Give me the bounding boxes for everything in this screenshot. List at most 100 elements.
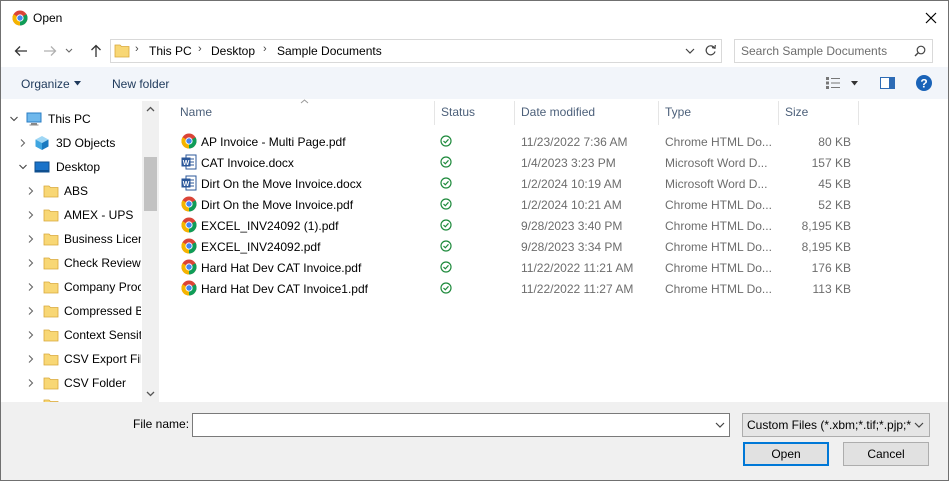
cancel-button[interactable]: Cancel (843, 442, 929, 466)
file-row[interactable]: Hard Hat Dev CAT Invoice.pdf 11/22/2022 … (161, 257, 948, 278)
sidebar-item-this-pc[interactable]: This PC (1, 108, 141, 130)
up-button[interactable] (87, 42, 105, 60)
column-divider[interactable] (658, 101, 659, 125)
chrome-icon (181, 133, 197, 149)
organize-button[interactable]: Organize (21, 77, 70, 91)
recent-locations-button[interactable] (63, 42, 75, 60)
sync-status-ok-icon (440, 135, 452, 147)
folder-icon (43, 257, 59, 270)
file-size: 8,195 KB (801, 240, 851, 254)
chrome-icon (181, 196, 197, 212)
svg-text:W: W (183, 181, 190, 188)
chevron-right-icon[interactable] (26, 258, 36, 268)
file-type-filter-select[interactable]: Custom Files (*.xbm;*.tif;*.pjp;* (742, 413, 930, 437)
sidebar-item-amex-ups[interactable]: AMEX - UPS (1, 204, 141, 226)
file-date: 9/28/2023 3:34 PM (521, 240, 623, 254)
sidebar-item-check-review[interactable]: Check Review (1, 252, 141, 274)
column-divider[interactable] (434, 101, 435, 125)
view-options-icon[interactable] (826, 77, 842, 89)
new-folder-button[interactable]: New folder (112, 77, 169, 91)
column-header-date-modified[interactable]: Date modified (521, 105, 595, 119)
breadcrumb-sample-documents[interactable]: Sample Documents (277, 44, 382, 58)
file-date: 1/2/2024 10:19 AM (521, 177, 622, 191)
open-button[interactable]: Open (743, 442, 829, 466)
file-type: Chrome HTML Do... (665, 261, 772, 275)
file-row[interactable]: EXCEL_INV24092 (1).pdf 9/28/2023 3:40 PM… (161, 215, 948, 236)
breadcrumb-this-pc[interactable]: This PC (149, 44, 192, 58)
sync-status-ok-icon (440, 198, 452, 210)
preview-pane-icon[interactable] (880, 77, 895, 89)
chevron-right-icon[interactable] (26, 210, 36, 220)
search-input[interactable] (741, 43, 911, 59)
file-name: Hard Hat Dev CAT Invoice.pdf (201, 261, 362, 275)
file-list: Name Status Date modified Type Size AP I… (161, 99, 948, 402)
file-row[interactable]: Hard Hat Dev CAT Invoice1.pdf 11/22/2022… (161, 278, 948, 299)
file-type: Chrome HTML Do... (665, 135, 772, 149)
chevron-down-icon[interactable] (685, 48, 695, 55)
sidebar-item-context-sensiti[interactable]: Context Sensiti (1, 324, 141, 346)
folder-icon (43, 233, 59, 246)
column-header-type[interactable]: Type (665, 105, 691, 119)
file-row[interactable]: Dirt On the Move Invoice.pdf 1/2/2024 10… (161, 194, 948, 215)
chevron-down-icon[interactable] (9, 114, 19, 124)
desktop-icon (34, 161, 50, 173)
chevron-right-icon[interactable] (26, 186, 36, 196)
sidebar-scrollbar[interactable] (142, 101, 159, 402)
sidebar-item-csv-folder[interactable]: CSV Folder (1, 372, 141, 394)
svg-text:?: ? (920, 77, 927, 91)
sidebar-item-company-proc[interactable]: Company Proc (1, 276, 141, 298)
file-row[interactable]: W CAT Invoice.docx 1/4/2023 3:23 PM Micr… (161, 152, 948, 173)
navigation-pane: This PC 3D Objects Desktop ABS AMEX - UP… (1, 101, 159, 402)
column-header-name[interactable]: Name (180, 105, 212, 119)
chevron-right-icon[interactable] (26, 330, 36, 340)
title-bar: Open (1, 1, 948, 35)
sidebar-item-3d-objects[interactable]: 3D Objects (1, 132, 141, 154)
sync-status-ok-icon (440, 177, 452, 189)
sidebar-item-business-licens[interactable]: Business Licens (1, 228, 141, 250)
chevron-down-icon[interactable] (18, 162, 28, 172)
sidebar-item-desktop[interactable]: Desktop (1, 156, 141, 178)
forward-button[interactable] (41, 42, 59, 60)
chevron-right-icon[interactable] (26, 234, 36, 244)
file-name: Hard Hat Dev CAT Invoice1.pdf (201, 282, 368, 296)
column-divider[interactable] (858, 101, 859, 125)
sidebar-item-label: Context Sensiti (64, 328, 141, 342)
sync-status-ok-icon (440, 156, 452, 168)
chevron-down-icon[interactable] (715, 422, 725, 429)
sidebar-item-label: CSV Folder (64, 376, 127, 390)
address-bar[interactable]: › This PC › Desktop › Sample Documents (110, 39, 722, 63)
column-divider[interactable] (514, 101, 515, 125)
sidebar-item-csv-export-file[interactable]: CSV Export File (1, 348, 141, 370)
folder-icon (43, 377, 59, 390)
scroll-down-icon[interactable] (146, 391, 155, 397)
scroll-up-icon[interactable] (146, 106, 155, 112)
column-header-status[interactable]: Status (441, 105, 475, 119)
file-name-combobox[interactable] (192, 413, 730, 437)
chevron-right-icon[interactable] (26, 354, 36, 364)
chevron-right-icon[interactable] (26, 282, 36, 292)
folder-icon (43, 209, 59, 222)
file-type: Microsoft Word D... (665, 156, 768, 170)
search-icon[interactable] (914, 45, 926, 57)
help-icon[interactable]: ? (916, 75, 932, 91)
scrollbar-thumb[interactable] (144, 157, 157, 211)
dialog-footer: File name: Custom Files (*.xbm;*.tif;*.p… (1, 402, 948, 480)
chevron-right-icon[interactable] (18, 138, 28, 148)
sidebar-item-abs[interactable]: ABS (1, 180, 141, 202)
file-row[interactable]: EXCEL_INV24092.pdf 9/28/2023 3:34 PM Chr… (161, 236, 948, 257)
chrome-icon (181, 280, 197, 296)
back-button[interactable] (12, 42, 30, 60)
sidebar-item-compressed-bi[interactable]: Compressed Bi (1, 300, 141, 322)
chevron-down-icon[interactable] (851, 81, 858, 86)
breadcrumb-separator: › (198, 43, 202, 55)
column-header-size[interactable]: Size (785, 105, 808, 119)
chevron-right-icon[interactable] (26, 378, 36, 388)
file-row[interactable]: W Dirt On the Move Invoice.docx 1/2/2024… (161, 173, 948, 194)
file-row[interactable]: AP Invoice - Multi Page.pdf 11/23/2022 7… (161, 131, 948, 152)
close-button[interactable] (914, 1, 948, 35)
refresh-icon[interactable] (704, 44, 717, 57)
search-box[interactable] (734, 39, 933, 63)
chevron-right-icon[interactable] (26, 306, 36, 316)
column-divider[interactable] (778, 101, 779, 125)
breadcrumb-desktop[interactable]: Desktop (211, 44, 255, 58)
